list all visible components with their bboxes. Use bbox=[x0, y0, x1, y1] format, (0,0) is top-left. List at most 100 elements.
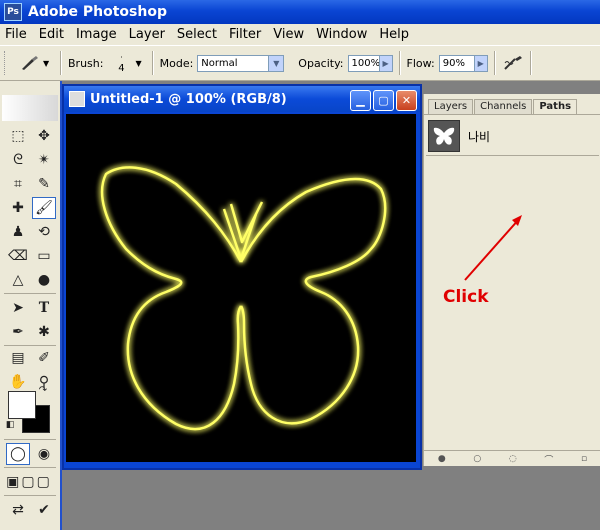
photoshop-logo-icon: Ps bbox=[4, 3, 22, 21]
chevron-down-icon: ▼ bbox=[43, 58, 50, 68]
lasso-tool-icon[interactable]: ᘓ bbox=[6, 149, 30, 171]
document-window: Untitled-1 @ 100% (RGB/8) ▁ ▢ ✕ bbox=[62, 84, 422, 470]
path-thumbnail bbox=[428, 120, 460, 152]
slice-tool-icon[interactable]: ✎ bbox=[32, 173, 56, 195]
minimize-button[interactable]: ▁ bbox=[350, 90, 371, 111]
new-path-icon[interactable]: ▫ bbox=[581, 454, 587, 464]
options-grip[interactable] bbox=[4, 51, 8, 75]
jump-to-imageready-icon[interactable]: ⇄ bbox=[6, 499, 30, 521]
crop-tool-icon[interactable]: ⌗ bbox=[6, 173, 30, 195]
toolbox-divider bbox=[4, 495, 56, 496]
edit-in-imageready-icon[interactable]: ✔ bbox=[32, 499, 56, 521]
options-separator bbox=[529, 51, 532, 75]
default-colors-icon[interactable]: ◧ bbox=[4, 419, 16, 431]
hand-tool-icon[interactable]: ✋ bbox=[6, 371, 30, 393]
options-separator bbox=[493, 51, 496, 75]
annotation-click-label: Click bbox=[443, 287, 489, 307]
chevron-down-icon[interactable]: ▼ bbox=[135, 59, 141, 68]
flow-label: Flow: bbox=[406, 56, 435, 70]
brush-size-value: 4 bbox=[118, 63, 125, 74]
butterfly-glow-path bbox=[100, 166, 387, 431]
mode-value: Normal bbox=[201, 57, 238, 69]
chevron-right-icon[interactable]: ▶ bbox=[378, 55, 392, 71]
brush-label: Brush: bbox=[68, 56, 104, 70]
chevron-right-icon[interactable]: ▶ bbox=[473, 55, 487, 71]
menu-window[interactable]: Window bbox=[310, 27, 373, 42]
menu-help[interactable]: Help bbox=[373, 27, 415, 42]
toolbox-divider bbox=[4, 293, 56, 294]
mode-select[interactable]: Normal ▼ bbox=[197, 54, 285, 72]
tool-preset-picker[interactable]: ▼ bbox=[20, 51, 54, 75]
eraser-tool-icon[interactable]: ⌫ bbox=[6, 245, 30, 267]
opacity-value: 100% bbox=[351, 57, 381, 69]
notes-tool-icon[interactable]: ▤ bbox=[6, 347, 30, 369]
options-separator bbox=[398, 51, 401, 75]
opacity-label: Opacity: bbox=[298, 56, 344, 70]
swap-colors-icon[interactable]: ↷ bbox=[36, 385, 50, 397]
type-tool-icon[interactable]: T bbox=[32, 297, 56, 319]
annotation-arrow bbox=[464, 215, 522, 281]
butterfly-thumbnail-icon bbox=[433, 127, 455, 145]
magic-wand-tool-icon[interactable]: ✴ bbox=[32, 149, 56, 171]
marquee-tool-icon[interactable]: ⬚ bbox=[6, 125, 30, 147]
gradient-tool-icon[interactable]: ▭ bbox=[32, 245, 56, 267]
brush-size-picker[interactable]: · 4 bbox=[107, 52, 135, 74]
history-brush-tool-icon[interactable]: ⟲ bbox=[32, 221, 56, 243]
menu-filter[interactable]: Filter bbox=[223, 27, 267, 42]
row-divider bbox=[426, 155, 599, 156]
document-icon bbox=[69, 91, 85, 107]
document-title: Untitled-1 @ 100% (RGB/8) bbox=[90, 91, 287, 107]
mode-label: Mode: bbox=[159, 56, 194, 70]
brush-icon bbox=[22, 56, 38, 70]
brush-dot-icon: · bbox=[120, 53, 123, 62]
healing-brush-tool-icon[interactable]: ✚ bbox=[6, 197, 30, 219]
clone-stamp-tool-icon[interactable]: ♟ bbox=[6, 221, 30, 243]
blur-tool-icon[interactable]: △ bbox=[6, 269, 30, 291]
tab-channels[interactable]: Channels bbox=[474, 99, 533, 114]
chevron-down-icon: ▼ bbox=[268, 55, 284, 71]
pen-tool-icon[interactable]: ✒ bbox=[6, 321, 30, 343]
fill-path-icon[interactable]: ● bbox=[438, 454, 446, 464]
toolbox-divider bbox=[4, 439, 56, 440]
app-title-bar: Ps Adobe Photoshop bbox=[0, 0, 600, 24]
menu-image[interactable]: Image bbox=[70, 27, 123, 42]
options-bar: ▼ Brush: · 4 ▼ Mode: Normal ▼ Opacity: 1… bbox=[0, 46, 600, 81]
path-selection-tool-icon[interactable]: ➤ bbox=[6, 297, 30, 319]
flow-value: 90% bbox=[442, 57, 465, 69]
standard-mode-icon[interactable]: ◯ bbox=[6, 443, 30, 465]
options-separator bbox=[60, 51, 62, 75]
stroke-path-icon[interactable]: ○ bbox=[473, 454, 481, 464]
adobe-feather-icon[interactable] bbox=[2, 95, 58, 121]
panel-tabs: Layers Channels Paths bbox=[428, 99, 578, 115]
move-tool-icon[interactable]: ✥ bbox=[32, 125, 56, 147]
image-canvas[interactable] bbox=[66, 114, 416, 462]
eyedropper-tool-icon[interactable]: ✐ bbox=[32, 347, 56, 369]
dodge-tool-icon[interactable]: ● bbox=[32, 269, 56, 291]
quick-mask-mode-icon[interactable]: ◉ bbox=[32, 443, 56, 465]
make-work-path-icon[interactable]: ⌒ bbox=[544, 453, 553, 466]
screen-mode-icons[interactable]: ▣▢▢ bbox=[4, 471, 54, 493]
load-selection-icon[interactable]: ◌ bbox=[509, 454, 517, 464]
tab-layers[interactable]: Layers bbox=[428, 99, 474, 114]
opacity-field[interactable]: 100% ▶ bbox=[347, 54, 393, 72]
toolbox-divider bbox=[4, 467, 56, 468]
menu-view[interactable]: View bbox=[267, 27, 310, 42]
menu-select[interactable]: Select bbox=[171, 27, 223, 42]
menu-file[interactable]: File bbox=[0, 27, 33, 42]
options-separator bbox=[151, 51, 154, 75]
flow-field[interactable]: 90% ▶ bbox=[438, 54, 488, 72]
path-name: 나비 bbox=[468, 129, 491, 144]
menu-edit[interactable]: Edit bbox=[33, 27, 70, 42]
brush-tool-icon[interactable]: 🖌 bbox=[32, 197, 56, 219]
airbrush-icon[interactable] bbox=[502, 54, 524, 72]
panel-footer: ● ○ ◌ ⌒ ▫ bbox=[424, 450, 600, 467]
maximize-button[interactable]: ▢ bbox=[373, 90, 394, 111]
app-title: Adobe Photoshop bbox=[28, 4, 167, 20]
foreground-color-swatch[interactable] bbox=[8, 391, 36, 419]
menu-layer[interactable]: Layer bbox=[123, 27, 171, 42]
custom-shape-tool-icon[interactable]: ✱ bbox=[32, 321, 56, 343]
path-list-item[interactable]: 나비 bbox=[426, 118, 599, 154]
tab-paths[interactable]: Paths bbox=[533, 99, 578, 115]
close-button[interactable]: ✕ bbox=[396, 90, 417, 111]
menu-bar: File Edit Image Layer Select Filter View… bbox=[0, 24, 600, 46]
